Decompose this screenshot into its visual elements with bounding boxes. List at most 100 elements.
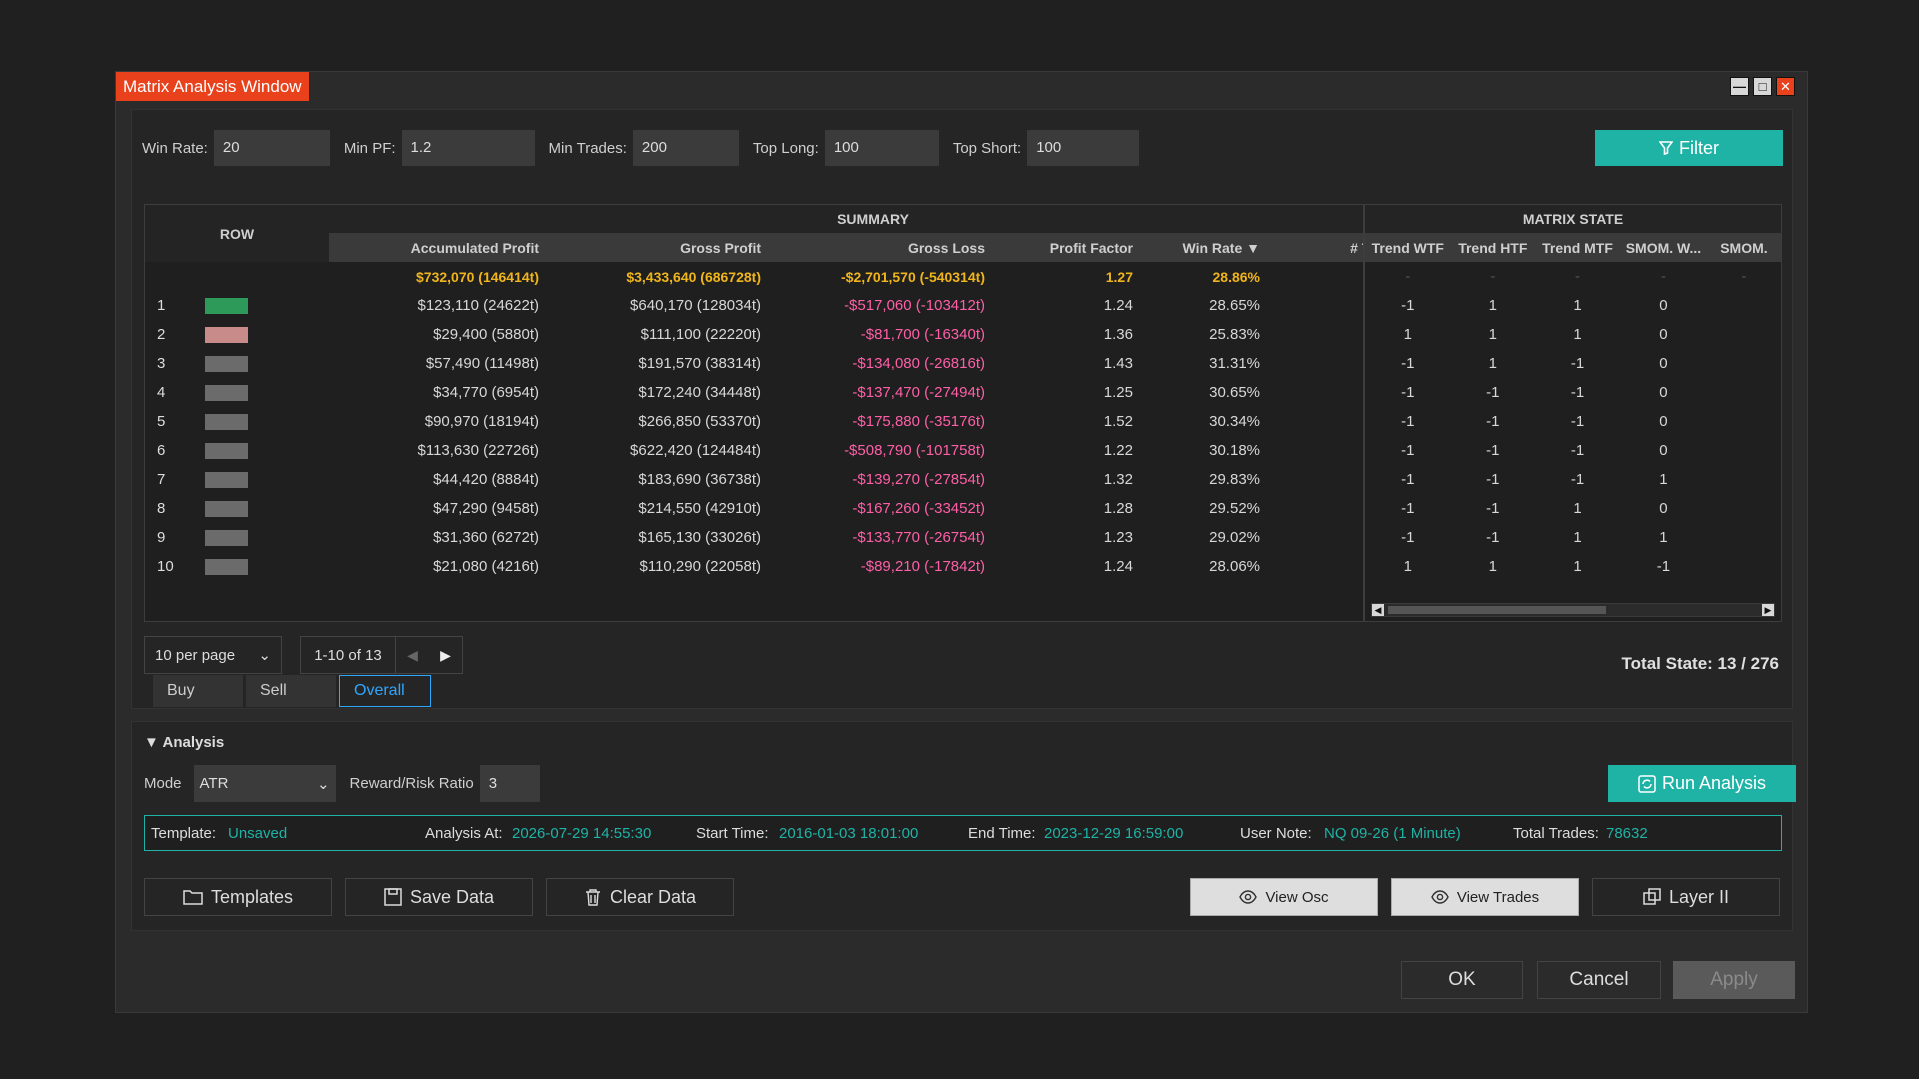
- matrix-column-header[interactable]: Trend HTF: [1450, 233, 1536, 262]
- prev-page-icon[interactable]: ◀: [396, 637, 429, 673]
- chevron-down-icon: ⌄: [258, 647, 271, 664]
- matrix-cell: 0: [1659, 500, 1668, 517]
- table-row[interactable]: 5 $90,970 (18194t) $266,850 (53370t) -$175,…: [145, 407, 1417, 436]
- matrix-cell: [1707, 465, 1781, 494]
- matrix-state-header: MATRIX STATE: [1365, 205, 1781, 233]
- horizontal-scrollbar[interactable]: ◀ ▶: [1371, 603, 1775, 617]
- row-color-cell: [205, 378, 329, 407]
- reward-risk-input[interactable]: 3: [479, 765, 540, 802]
- cell-profit-factor: 1.22: [1103, 442, 1133, 459]
- min-pf-input[interactable]: 1.2: [401, 130, 535, 166]
- next-page-icon[interactable]: ▶: [429, 637, 462, 673]
- cell-win-rate: 30.65%: [1209, 384, 1260, 401]
- matrix-cell: 1: [1573, 297, 1582, 314]
- column-header-win-rate[interactable]: Win Rate ▼: [1143, 233, 1270, 262]
- trash-icon: [584, 888, 602, 906]
- cell-accumulated-profit: $123,110 (24622t): [417, 297, 540, 314]
- matrix-cell: -1: [1486, 471, 1500, 488]
- apply-button[interactable]: Apply: [1673, 961, 1795, 999]
- cell-gross-loss: -$137,470 (-27494t): [852, 384, 985, 401]
- matrix-column-header[interactable]: SMOM.: [1706, 233, 1781, 262]
- row-color-swatch: [205, 385, 248, 402]
- view-osc-button[interactable]: View Osc: [1190, 878, 1378, 916]
- cell-gross-loss: -$508,790 (-101758t): [844, 442, 985, 459]
- matrix-cell: 1: [1573, 326, 1582, 343]
- scroll-right-icon[interactable]: ▶: [1762, 604, 1774, 616]
- cell-gross-profit: $165,130 (33026t): [638, 529, 761, 546]
- cell-accumulated-profit: $31,360 (6272t): [433, 529, 539, 546]
- cell-gross-profit: $214,550 (42910t): [638, 500, 761, 517]
- cell-win-rate: 30.34%: [1209, 413, 1260, 430]
- matrix-cell: [1707, 349, 1781, 378]
- scroll-left-icon[interactable]: ◀: [1372, 604, 1384, 616]
- matrix-column-header[interactable]: SMOM. W...: [1620, 233, 1707, 262]
- layer-ii-button[interactable]: Layer II: [1592, 878, 1780, 916]
- top-short-input[interactable]: 100: [1027, 130, 1140, 166]
- table-row[interactable]: 1 $123,110 (24622t) $640,170 (128034t) -$51…: [145, 291, 1417, 320]
- cell-gross-loss: -$81,700 (-16340t): [860, 326, 985, 343]
- filter-button[interactable]: Filter: [1595, 130, 1783, 166]
- cell-profit-factor: 1.32: [1103, 471, 1133, 488]
- analysis-at-label: Analysis At:: [425, 825, 503, 842]
- row-color-cell: [205, 523, 329, 552]
- matrix-state-pane: MATRIX STATE Trend WTF Trend HTF Trend MTF…: [1363, 205, 1781, 621]
- minimize-icon[interactable]: —: [1730, 77, 1749, 96]
- cell-gross-loss: -$167,260 (-33452t): [852, 500, 985, 517]
- matrix-row: -1 1 -1 0: [1365, 349, 1781, 378]
- view-trades-button[interactable]: View Trades: [1391, 878, 1579, 916]
- win-rate-input[interactable]: 20: [213, 130, 330, 166]
- cell-win-rate: 29.83%: [1209, 471, 1260, 488]
- table-row[interactable]: 9 $31,360 (6272t) $165,130 (33026t) -$133,7…: [145, 523, 1417, 552]
- tab-overall[interactable]: Overall: [339, 675, 431, 707]
- ok-button[interactable]: OK: [1401, 961, 1523, 999]
- tab-buy[interactable]: Buy: [153, 675, 243, 707]
- run-analysis-button[interactable]: Run Analysis: [1608, 765, 1796, 802]
- table-row[interactable]: 6 $113,630 (22726t) $622,420 (124484t) -$50…: [145, 436, 1417, 465]
- filter-icon: [1659, 141, 1673, 155]
- templates-button[interactable]: Templates: [144, 878, 332, 916]
- column-header-profit-factor[interactable]: Profit Factor: [995, 233, 1143, 262]
- matrix-row: -1 1 1 0: [1365, 291, 1781, 320]
- min-trades-input[interactable]: 200: [632, 130, 739, 166]
- matrix-column-header[interactable]: Trend MTF: [1535, 233, 1621, 262]
- close-icon[interactable]: ✕: [1776, 77, 1795, 96]
- tab-sell[interactable]: Sell: [246, 675, 336, 707]
- per-page-value: 10 per page: [155, 646, 236, 664]
- cell-accumulated-profit: $29,400 (5880t): [433, 326, 539, 343]
- table-row[interactable]: 3 $57,490 (11498t) $191,570 (38314t) -$134,…: [145, 349, 1417, 378]
- pagination: 10 per page ⌄ 1-10 of 13 ◀ ▶: [144, 636, 463, 674]
- mode-select[interactable]: ATR ⌄: [193, 765, 336, 802]
- row-color-cell: [205, 349, 329, 378]
- cell-accumulated-profit: $21,080 (4216t): [433, 558, 539, 575]
- cell-accumulated-profit: $90,970 (18194t): [424, 413, 539, 430]
- table-row[interactable]: 8 $47,290 (9458t) $214,550 (42910t) -$167,2…: [145, 494, 1417, 523]
- cell-gross-loss: -$133,770 (-26754t): [852, 529, 985, 546]
- table-row[interactable]: 2 $29,400 (5880t) $111,100 (22220t) -$81,70…: [145, 320, 1417, 349]
- analysis-info-bar: Template: Unsaved Analysis At: 2026-07-2…: [144, 815, 1782, 851]
- matrix-cell: [1707, 436, 1781, 465]
- top-long-input[interactable]: 100: [824, 130, 939, 166]
- clear-data-button[interactable]: Clear Data: [546, 878, 734, 916]
- cancel-button[interactable]: Cancel: [1537, 961, 1661, 999]
- table-row[interactable]: 7 $44,420 (8884t) $183,690 (36738t) -$139,2…: [145, 465, 1417, 494]
- scroll-thumb[interactable]: [1388, 606, 1606, 614]
- analysis-header[interactable]: ▼ Analysis: [144, 734, 224, 751]
- column-header-gross-loss[interactable]: Gross Loss: [771, 233, 995, 262]
- save-data-button[interactable]: Save Data: [345, 878, 533, 916]
- matrix-cell: -1: [1401, 471, 1415, 488]
- cell-profit-factor: 1.23: [1103, 529, 1133, 546]
- table-row[interactable]: 4 $34,770 (6954t) $172,240 (34448t) -$137,4…: [145, 378, 1417, 407]
- maximize-icon[interactable]: □: [1753, 77, 1772, 96]
- table-row[interactable]: 10 $21,080 (4216t) $110,290 (22058t) -$89,2…: [145, 552, 1417, 581]
- matrix-column-header[interactable]: Trend WTF: [1365, 233, 1451, 262]
- column-header-accumulated-profit[interactable]: Accumulated Profit: [329, 233, 549, 262]
- cell-gross-loss: -$134,080 (-26816t): [852, 355, 985, 372]
- min-pf-label: Min PF:: [343, 139, 396, 157]
- cell-profit-factor: 1.24: [1103, 297, 1133, 314]
- matrix-cell: 1: [1488, 355, 1497, 372]
- per-page-select[interactable]: 10 per page ⌄: [144, 636, 282, 674]
- row-column-header: ROW: [145, 205, 329, 262]
- row-index: 10: [157, 558, 174, 575]
- column-header-gross-profit[interactable]: Gross Profit: [549, 233, 771, 262]
- row-index: 2: [157, 326, 166, 343]
